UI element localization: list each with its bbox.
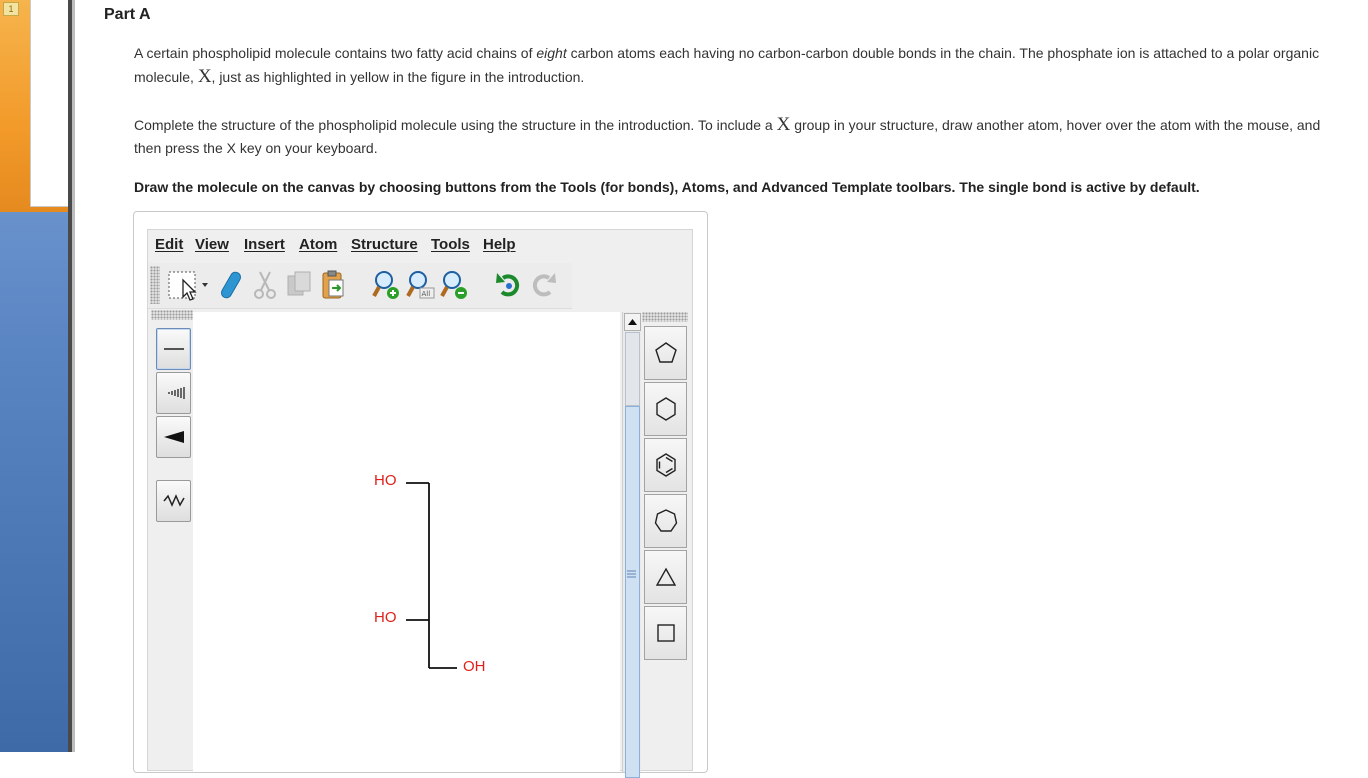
question-paragraph-1: A certain phospholipid molecule contains… [134, 42, 1349, 89]
cyclopropane-icon [655, 567, 676, 586]
zoom-in-icon [372, 271, 399, 299]
q1-x-symbol: X [197, 66, 212, 87]
menu-insert[interactable]: Insert [244, 236, 285, 253]
atom-label-oh-bottom[interactable]: OH [463, 658, 486, 675]
canvas-scrollbar[interactable] [622, 312, 641, 778]
arrow-up-icon [628, 319, 637, 325]
template-toolbar-grip[interactable] [642, 312, 688, 322]
single-bond-button[interactable] [156, 328, 191, 370]
menu-tools[interactable]: Tools [431, 236, 470, 253]
zoom-out-button[interactable] [438, 266, 472, 304]
cyclopropane-button[interactable] [644, 550, 687, 604]
drawing-canvas[interactable]: HO HO OH [193, 312, 620, 772]
scroll-thumb[interactable] [625, 406, 640, 778]
scroll-grip-icon [627, 570, 636, 578]
zoom-in-button[interactable] [370, 266, 404, 304]
menu-help[interactable]: Help [483, 236, 516, 253]
toolbar-grip[interactable] [150, 266, 160, 304]
zoom-all-button[interactable]: All [404, 266, 438, 304]
atom-label-ho-top[interactable]: HO [374, 472, 397, 489]
zoom-out-icon [440, 271, 467, 299]
q2-text-a: Complete the structure of the phospholip… [134, 117, 777, 133]
solid-wedge-bond-icon [163, 431, 184, 443]
redo-button[interactable] [526, 266, 560, 304]
bond-toolbar-grip[interactable] [151, 310, 193, 320]
cycloheptane-icon [654, 509, 677, 532]
benzene-button[interactable] [644, 438, 687, 492]
cycloheptane-button[interactable] [644, 494, 687, 548]
left-sidebar: 1 [0, 0, 70, 752]
chain-tool-icon [162, 494, 185, 507]
undo-icon [496, 273, 520, 297]
cyclopentane-icon [654, 342, 677, 363]
menu-view[interactable]: View [195, 236, 229, 253]
cyclobutane-button[interactable] [644, 606, 687, 660]
q1-text-a: A certain phospholipid molecule contains… [134, 45, 537, 61]
bond-toolbar [151, 310, 193, 770]
eraser-icon [221, 271, 241, 299]
atom-label-ho-middle[interactable]: HO [374, 609, 397, 626]
scroll-track[interactable] [625, 332, 640, 406]
editor-body: Edit View Insert Atom Structure Tools He… [147, 229, 693, 778]
cyclohexane-button[interactable] [644, 382, 687, 436]
q1-text-c: , just as highlighted in yellow in the f… [211, 69, 585, 85]
part-title: Part A [104, 6, 151, 23]
hashed-wedge-bond-button[interactable] [156, 372, 191, 414]
cyclobutane-icon [656, 624, 675, 642]
copy-button[interactable] [282, 266, 316, 304]
sidebar-panel [30, 0, 69, 207]
cyclopentane-button[interactable] [644, 326, 687, 380]
scroll-up-arrow[interactable] [624, 313, 641, 331]
paste-icon [322, 270, 344, 299]
q1-emphasis: eight [536, 45, 567, 61]
solid-wedge-bond-button[interactable] [156, 416, 191, 458]
menu-atom[interactable]: Atom [299, 236, 337, 253]
template-toolbar [642, 312, 692, 772]
undo-button[interactable] [492, 266, 526, 304]
molecule-structure [406, 482, 457, 669]
menu-structure[interactable]: Structure [351, 236, 418, 253]
sidebar-tab-badge: 1 [3, 2, 19, 16]
select-tool-button[interactable] [165, 266, 213, 304]
copy-icon [287, 271, 311, 296]
molecule-bonds [406, 482, 457, 669]
editor-toolbar: All [148, 263, 572, 309]
zoom-all-icon: All [406, 271, 435, 299]
cut-icon [254, 271, 276, 299]
drawing-instructions: Draw the molecule on the canvas by choos… [134, 179, 1200, 195]
editor-menubar: Edit View Insert Atom Structure Tools He… [148, 230, 692, 260]
redo-icon [532, 273, 556, 297]
question-paragraph-2: Complete the structure of the phospholip… [134, 113, 1349, 160]
menu-edit[interactable]: Edit [155, 236, 183, 253]
single-bond-icon [163, 348, 184, 350]
select-lasso-icon [168, 271, 208, 301]
paste-button[interactable] [316, 266, 350, 304]
hashed-wedge-bond-icon [167, 387, 185, 399]
molecule-editor: Edit View Insert Atom Structure Tools He… [133, 211, 708, 778]
cut-button[interactable] [248, 266, 282, 304]
eraser-button[interactable] [214, 266, 248, 304]
chain-tool-button[interactable] [156, 480, 191, 522]
sidebar-divider-shadow [72, 0, 75, 752]
benzene-icon [655, 453, 676, 477]
cyclohexane-icon [655, 397, 676, 421]
q2-x-symbol: X [776, 114, 791, 135]
svg-text:All: All [422, 290, 431, 298]
